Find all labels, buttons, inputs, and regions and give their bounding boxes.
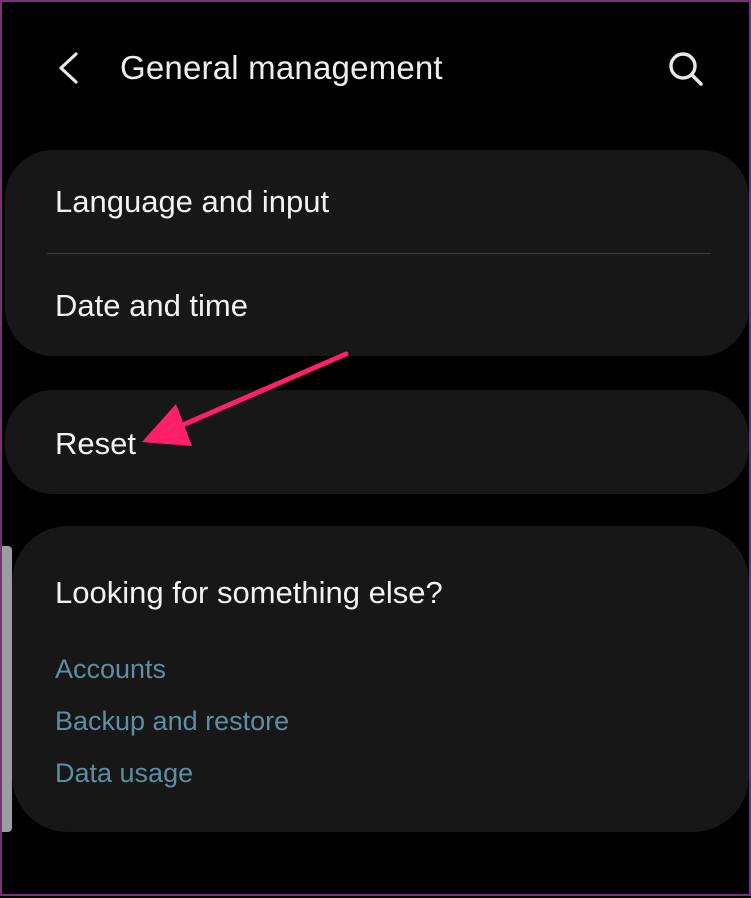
- top-app-bar: General management: [2, 2, 751, 134]
- data-usage-link[interactable]: Data usage: [55, 756, 193, 790]
- chevron-left-icon: [59, 52, 78, 84]
- settings-card-locale: Language and input Date and time: [5, 150, 749, 356]
- date-and-time-label: Date and time: [55, 288, 248, 323]
- backup-and-restore-link[interactable]: Backup and restore: [55, 704, 289, 738]
- reset-item[interactable]: Reset: [5, 390, 749, 494]
- settings-card-reset: Reset: [5, 390, 749, 494]
- suggestions-title: Looking for something else?: [55, 575, 443, 610]
- search-icon: [669, 52, 703, 86]
- search-button[interactable]: [658, 42, 712, 96]
- language-and-input-item[interactable]: Language and input: [5, 150, 749, 253]
- reset-label: Reset: [55, 426, 136, 461]
- accounts-link[interactable]: Accounts: [55, 652, 166, 686]
- page-title: General management: [120, 49, 443, 86]
- language-and-input-label: Language and input: [55, 184, 330, 219]
- suggestions-card: Looking for something else? Accounts Bac…: [12, 526, 749, 832]
- date-and-time-item[interactable]: Date and time: [5, 254, 749, 356]
- scrollbar[interactable]: [2, 546, 12, 832]
- back-button[interactable]: [46, 40, 96, 96]
